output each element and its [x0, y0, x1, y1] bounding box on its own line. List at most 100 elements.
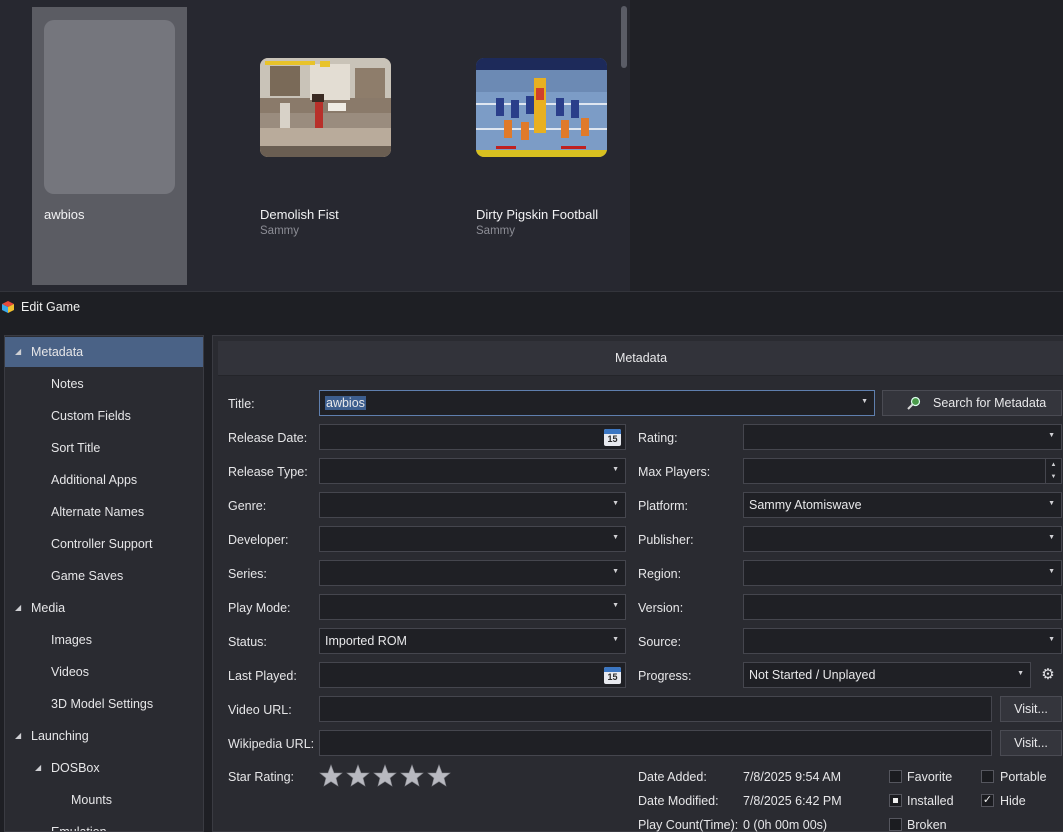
- chevron-down-icon[interactable]: ▼: [612, 568, 619, 575]
- wikipedia-visit-button[interactable]: Visit...: [1000, 730, 1062, 756]
- tree-item-label: Additional Apps: [51, 473, 138, 487]
- chevron-down-icon[interactable]: ▼: [861, 398, 868, 405]
- chevron-down-icon[interactable]: ▼: [1048, 534, 1055, 541]
- series-label: Series:: [228, 567, 267, 581]
- spinner-arrows-icon[interactable]: ▲ ▼: [1045, 459, 1061, 483]
- chevron-down-icon[interactable]: ▼: [1048, 568, 1055, 575]
- platform-value: Sammy Atomiswave: [749, 498, 862, 512]
- favorite-checkbox[interactable]: [889, 770, 902, 783]
- series-combobox[interactable]: ▼: [319, 560, 626, 586]
- release-type-combobox[interactable]: ▼: [319, 458, 626, 484]
- star-rating-control[interactable]: [319, 764, 451, 788]
- chevron-down-icon[interactable]: ▼: [1017, 670, 1024, 677]
- title-combobox[interactable]: awbios ▼: [319, 390, 875, 416]
- tree-item-metadata[interactable]: ◢ Metadata: [5, 337, 203, 367]
- release-date-picker[interactable]: 15: [319, 424, 626, 450]
- star-rating-label: Star Rating:: [228, 770, 295, 784]
- status-value: Imported ROM: [325, 634, 407, 648]
- tree-item-launching[interactable]: ◢ Launching: [5, 721, 203, 751]
- publisher-combobox[interactable]: ▼: [743, 526, 1062, 552]
- game-tile-awbios[interactable]: awbios: [32, 7, 187, 285]
- panel-header: Metadata: [218, 341, 1063, 376]
- tree-item-notes[interactable]: Notes: [5, 369, 203, 399]
- chevron-down-icon[interactable]: ▼: [612, 466, 619, 473]
- tree-item-emulation[interactable]: Emulation: [5, 817, 203, 831]
- expand-arrow-icon[interactable]: ◢: [15, 721, 21, 751]
- search-metadata-button[interactable]: Search for Metadata: [882, 390, 1062, 416]
- tree-item-3d-model-settings[interactable]: 3D Model Settings: [5, 689, 203, 719]
- star-icon[interactable]: [427, 764, 451, 788]
- tree-item-controller-support[interactable]: Controller Support: [5, 529, 203, 559]
- game-name: awbios: [44, 207, 85, 222]
- star-icon[interactable]: [400, 764, 424, 788]
- progress-combobox[interactable]: Not Started / Unplayed ▼: [743, 662, 1031, 688]
- tree-item-additional-apps[interactable]: Additional Apps: [5, 465, 203, 495]
- developer-combobox[interactable]: ▼: [319, 526, 626, 552]
- tree-item-label: Game Saves: [51, 569, 124, 583]
- tree-item-images[interactable]: Images: [5, 625, 203, 655]
- chevron-down-icon[interactable]: ▼: [1048, 500, 1055, 507]
- region-label: Region:: [638, 567, 682, 581]
- grid-scrollbar[interactable]: [621, 6, 627, 68]
- tree-item-label: Media: [31, 601, 66, 615]
- source-combobox[interactable]: ▼: [743, 628, 1062, 654]
- star-icon[interactable]: [346, 764, 370, 788]
- game-tile-dirty-pigskin-football[interactable]: Dirty Pigskin Football Sammy: [464, 7, 619, 285]
- portable-checkbox[interactable]: [981, 770, 994, 783]
- rating-combobox[interactable]: ▼: [743, 424, 1062, 450]
- game-publisher: Sammy: [260, 225, 299, 237]
- gear-icon[interactable]: ⚙: [1039, 666, 1057, 684]
- chevron-down-icon[interactable]: ▼: [612, 602, 619, 609]
- version-input[interactable]: [743, 594, 1062, 620]
- game-tile-demolish-fist[interactable]: Demolish Fist Sammy: [248, 7, 403, 285]
- tree-item-label: 3D Model Settings: [51, 697, 154, 711]
- chevron-down-icon[interactable]: ▼: [612, 534, 619, 541]
- expand-arrow-icon[interactable]: ◢: [35, 753, 41, 783]
- installed-checkbox[interactable]: [889, 794, 902, 807]
- tree-item-label: Images: [51, 633, 92, 647]
- broken-checkbox[interactable]: [889, 818, 902, 831]
- dialog-titlebar: Edit Game: [0, 291, 1063, 323]
- title-label: Title:: [228, 397, 255, 411]
- genre-combobox[interactable]: ▼: [319, 492, 626, 518]
- tree-item-mounts[interactable]: Mounts: [5, 785, 203, 815]
- expand-arrow-icon[interactable]: ◢: [15, 337, 21, 367]
- game-thumbnail-demolish-fist: [260, 58, 391, 157]
- video-url-input[interactable]: [319, 696, 992, 722]
- tree-item-custom-fields[interactable]: Custom Fields: [5, 401, 203, 431]
- tree-item-label: Custom Fields: [51, 409, 131, 423]
- chevron-down-icon[interactable]: ▼: [612, 636, 619, 643]
- game-thumbnail-dirty-pigskin-football: [476, 58, 607, 157]
- tree-item-game-saves[interactable]: Game Saves: [5, 561, 203, 591]
- last-played-picker[interactable]: 15: [319, 662, 626, 688]
- chevron-down-icon[interactable]: ▼: [1048, 432, 1055, 439]
- region-combobox[interactable]: ▼: [743, 560, 1062, 586]
- tree-item-media[interactable]: ◢ Media: [5, 593, 203, 623]
- max-players-spinner[interactable]: ▲ ▼: [743, 458, 1062, 484]
- tree-item-label: Notes: [51, 377, 84, 391]
- tree-item-alternate-names[interactable]: Alternate Names: [5, 497, 203, 527]
- tree-item-sort-title[interactable]: Sort Title: [5, 433, 203, 463]
- star-icon[interactable]: [373, 764, 397, 788]
- release-type-label: Release Type:: [228, 465, 308, 479]
- calendar-icon[interactable]: 15: [604, 429, 621, 446]
- platform-combobox[interactable]: Sammy Atomiswave ▼: [743, 492, 1062, 518]
- chevron-down-icon[interactable]: ▼: [612, 500, 619, 507]
- wikipedia-url-input[interactable]: [319, 730, 992, 756]
- tree-item-dosbox[interactable]: ◢ DOSBox: [5, 753, 203, 783]
- tree-item-label: Sort Title: [51, 441, 101, 455]
- tree-item-videos[interactable]: Videos: [5, 657, 203, 687]
- tree-item-label: Mounts: [71, 793, 112, 807]
- tree-item-label: Alternate Names: [51, 505, 145, 519]
- date-added-label: Date Added:: [638, 770, 707, 784]
- video-visit-button[interactable]: Visit...: [1000, 696, 1062, 722]
- version-label: Version:: [638, 601, 684, 615]
- hide-checkbox[interactable]: ✓: [981, 794, 994, 807]
- star-icon[interactable]: [319, 764, 343, 788]
- calendar-icon[interactable]: 15: [604, 667, 621, 684]
- chevron-down-icon[interactable]: ▼: [1048, 636, 1055, 643]
- status-combobox[interactable]: Imported ROM ▼: [319, 628, 626, 654]
- expand-arrow-icon[interactable]: ◢: [15, 593, 21, 623]
- last-played-label: Last Played:: [228, 669, 297, 683]
- play-mode-combobox[interactable]: ▼: [319, 594, 626, 620]
